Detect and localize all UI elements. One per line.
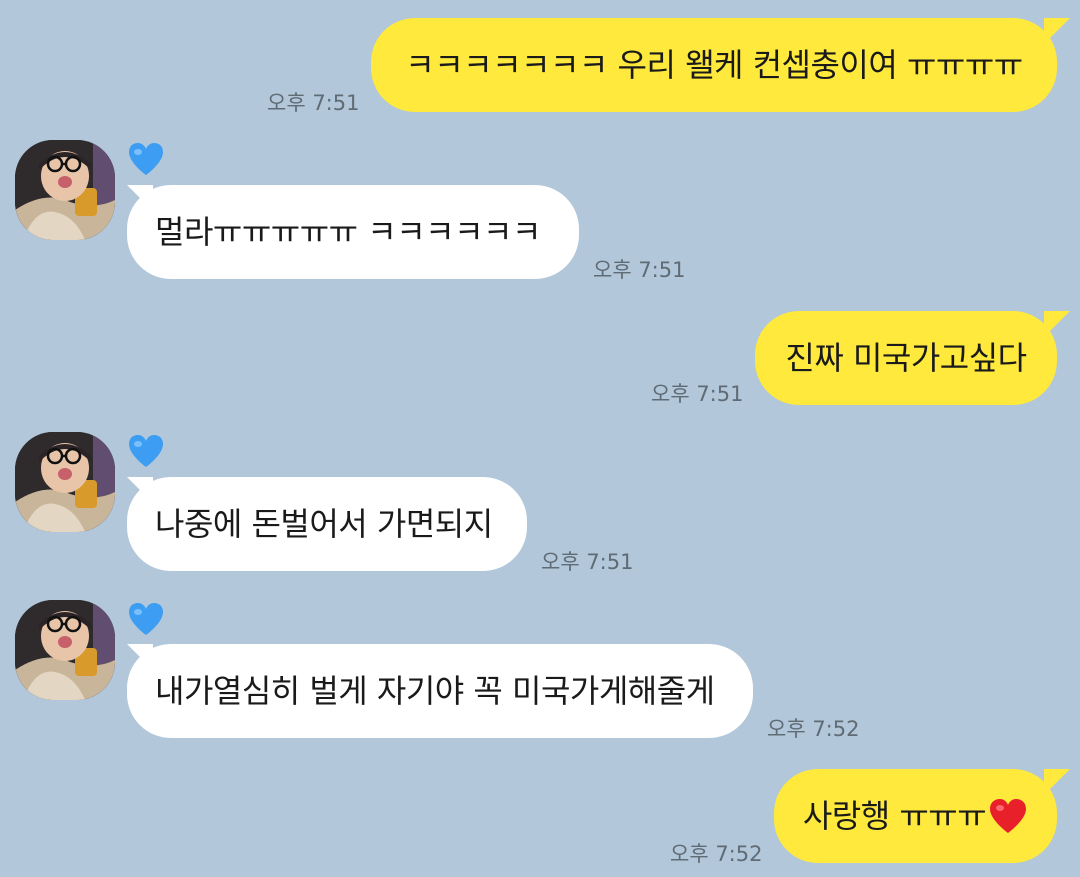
avatar[interactable] [15,140,115,240]
message-time: 오후 7:51 [267,91,360,115]
their-message-bubble[interactable]: 멀라ㅠㅠㅠㅠㅠ ㅋㅋㅋㅋㅋㅋ [127,185,579,279]
avatar[interactable] [15,600,115,700]
message-text: 멀라ㅠㅠㅠㅠㅠ ㅋㅋㅋㅋㅋㅋ [155,213,541,251]
bubble-tail [1044,18,1070,44]
message-text: 나중에 돈벌어서 가면되지 [155,505,493,543]
blue-heart-icon [129,143,163,175]
message-text: 사랑행 ㅠㅠㅠ [802,797,987,835]
message-text: 진짜 미국가고싶다 [785,339,1027,377]
message-text: ㅋㅋㅋㅋㅋㅋㅋ 우리 왤케 컨셉충이여 ㅠㅠㅠㅠ [405,46,1023,84]
bubble-tail [127,644,153,670]
message-time: 오후 7:52 [670,842,763,866]
bubble-tail [127,477,153,503]
my-message-bubble[interactable]: ㅋㅋㅋㅋㅋㅋㅋ 우리 왤케 컨셉충이여 ㅠㅠㅠㅠ [371,18,1057,112]
red-heart-icon [990,799,1027,833]
message-time: 오후 7:51 [593,258,686,282]
my-message-bubble[interactable]: 사랑행 ㅠㅠㅠ [774,769,1057,863]
blue-heart-icon [129,435,163,467]
bubble-tail [127,185,153,211]
message-text: 내가열심히 벌게 자기야 꼭 미국가게해줄게 [155,672,715,710]
bubble-tail [1044,769,1070,795]
their-message-bubble[interactable]: 나중에 돈벌어서 가면되지 [127,477,527,571]
chat-area: 오후 7:51 ㅋㅋㅋㅋㅋㅋㅋ 우리 왤케 컨셉충이여 ㅠㅠㅠㅠ 멀라ㅠㅠㅠㅠㅠ… [0,0,1080,877]
blue-heart-icon [129,603,163,635]
avatar[interactable] [15,432,115,532]
their-message-bubble[interactable]: 내가열심히 벌게 자기야 꼭 미국가게해줄게 [127,644,753,738]
my-message-bubble[interactable]: 진짜 미국가고싶다 [755,311,1057,405]
bubble-tail [1044,311,1070,337]
message-time: 오후 7:51 [651,382,744,406]
message-time: 오후 7:51 [541,550,634,574]
message-time: 오후 7:52 [767,717,860,741]
